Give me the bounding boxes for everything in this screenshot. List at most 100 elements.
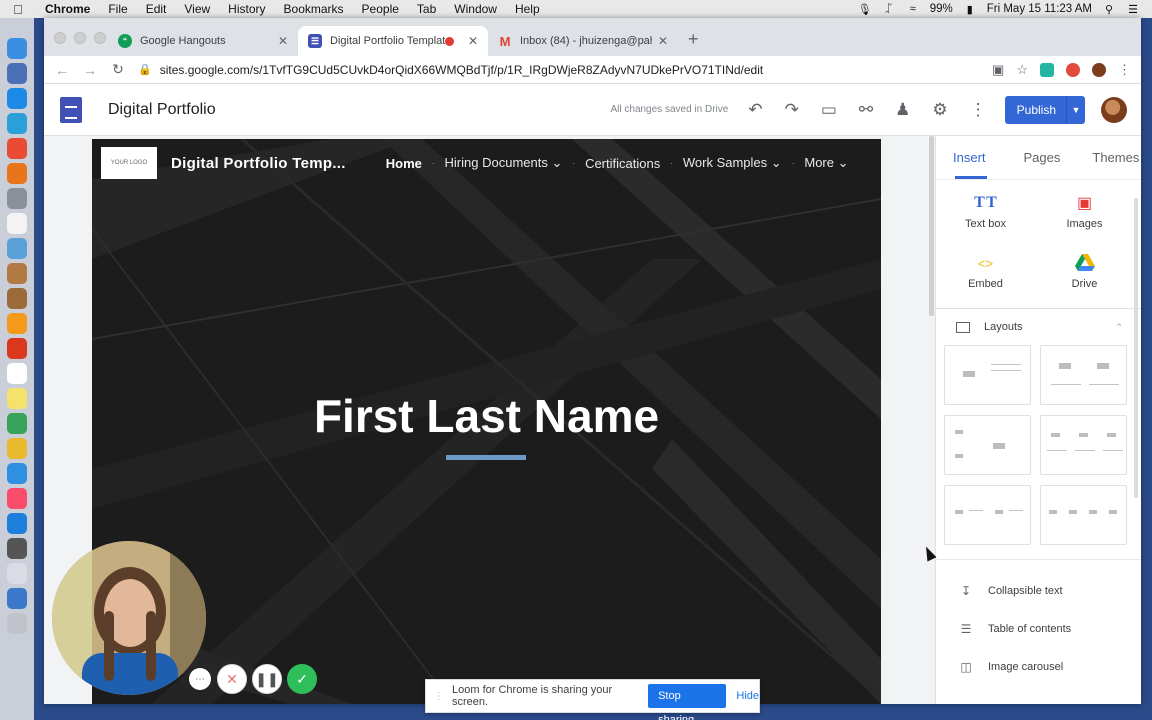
insert-image-carousel[interactable]: ◫ Image carousel xyxy=(936,648,1141,686)
chevron-up-icon[interactable]: ⌃ xyxy=(1115,322,1123,333)
layout-three-images[interactable] xyxy=(1040,415,1127,475)
layout-image-grid[interactable] xyxy=(944,415,1031,475)
menu-window[interactable]: Window xyxy=(445,2,506,16)
photo-booth-icon[interactable] xyxy=(7,338,27,359)
calendar-icon[interactable] xyxy=(7,363,27,384)
notification-center-icon[interactable]: ☰ xyxy=(1126,3,1140,16)
menu-view[interactable]: View xyxy=(175,2,219,16)
music-icon[interactable] xyxy=(7,488,27,509)
hero-banner[interactable]: YOUR LOGO Digital Portfolio Temp... Home… xyxy=(92,139,881,704)
link-icon[interactable]: ⚯ xyxy=(859,100,873,120)
menu-tab[interactable]: Tab xyxy=(408,2,445,16)
site-name[interactable]: Digital Portfolio Temp... xyxy=(171,155,346,172)
url-text[interactable]: sites.google.com/s/1TvfTG9CUd5CUvkD4orQi… xyxy=(160,63,764,77)
extension-n-icon[interactable] xyxy=(1040,62,1054,77)
photos-app-icon[interactable] xyxy=(7,438,27,459)
publish-dropdown-icon[interactable]: ▼ xyxy=(1067,96,1085,124)
layout-four-images[interactable] xyxy=(1040,485,1127,545)
profile-avatar[interactable] xyxy=(1092,62,1106,77)
settings-gear-icon[interactable]: ⚙ xyxy=(932,100,947,120)
camera-icon[interactable]: ▣ xyxy=(992,62,1004,78)
hide-button[interactable]: Hide xyxy=(736,690,759,702)
tab-hangouts[interactable]: “ Google Hangouts ✕ xyxy=(108,26,298,56)
reload-icon[interactable]: ↻ xyxy=(110,61,126,78)
clock[interactable]: Fri May 15 11:23 AM xyxy=(987,3,1092,15)
close-tab-icon[interactable]: ✕ xyxy=(468,34,478,48)
messages-icon[interactable] xyxy=(7,463,27,484)
menu-help[interactable]: Help xyxy=(506,2,549,16)
publish-button[interactable]: Publish ▼ xyxy=(1004,95,1085,124)
account-avatar[interactable] xyxy=(1101,96,1127,123)
more-options-icon[interactable]: ⋮ xyxy=(970,100,987,120)
notes-icon[interactable] xyxy=(7,263,27,284)
firefox-icon[interactable] xyxy=(7,163,27,184)
preview-icon[interactable] xyxy=(7,238,27,259)
launchpad-icon[interactable] xyxy=(7,63,27,84)
insert-text-box[interactable]: T T Text box xyxy=(936,192,1035,230)
documents-icon[interactable] xyxy=(7,588,27,609)
canvas-scrollbar[interactable] xyxy=(929,136,934,316)
menu-people[interactable]: People xyxy=(353,2,408,16)
bookmark-star-icon[interactable]: ☆ xyxy=(1016,62,1028,78)
system-preferences-icon[interactable] xyxy=(7,538,27,559)
layouts-header[interactable]: Layouts ⌃ xyxy=(936,309,1141,333)
loom-webcam-bubble[interactable] xyxy=(52,541,206,695)
system-icon[interactable] xyxy=(7,188,27,209)
bluetooth-icon[interactable]: ᛢ xyxy=(882,3,896,15)
spotlight-search-icon[interactable]: ⚲ xyxy=(1102,3,1116,16)
menu-file[interactable]: File xyxy=(99,2,136,16)
insert-embed[interactable]: <> Embed xyxy=(936,252,1035,291)
site-title[interactable]: Digital Portfolio xyxy=(108,101,216,119)
menu-history[interactable]: History xyxy=(219,2,274,16)
layout-two-images[interactable] xyxy=(1040,345,1127,405)
address-bar[interactable]: 🔒 sites.google.com/s/1TvfTG9CUd5CUvkD4or… xyxy=(138,58,980,82)
close-tab-icon[interactable]: ✕ xyxy=(658,34,668,48)
trash-icon[interactable] xyxy=(7,613,27,634)
extension-icon[interactable] xyxy=(1066,62,1080,77)
loom-cancel-icon[interactable]: ✕ xyxy=(217,664,247,694)
panel-scrollbar[interactable] xyxy=(1134,198,1138,498)
lock-icon[interactable]: 🔒 xyxy=(138,63,152,76)
preview-icon[interactable]: ▭ xyxy=(821,100,837,120)
chrome-menu-icon[interactable]: ⋮ xyxy=(1118,62,1131,78)
menu-bookmarks[interactable]: Bookmarks xyxy=(275,2,353,16)
downloads-icon[interactable] xyxy=(7,563,27,584)
minimize-window-button[interactable] xyxy=(74,32,86,44)
insert-images[interactable]: ▣ Images xyxy=(1035,192,1134,230)
finder-icon[interactable] xyxy=(7,38,27,59)
back-icon[interactable]: ← xyxy=(54,62,70,78)
photos-icon[interactable] xyxy=(7,313,27,334)
nav-home[interactable]: Home xyxy=(376,156,432,171)
maps-icon[interactable] xyxy=(7,413,27,434)
site-logo[interactable]: YOUR LOGO xyxy=(101,147,157,179)
hero-title[interactable]: First Last Name xyxy=(92,389,881,443)
close-window-button[interactable] xyxy=(54,32,66,44)
microphone-icon[interactable]: 🎙 xyxy=(858,3,872,16)
nav-more[interactable]: More ⌄ xyxy=(794,155,858,171)
tab-pages[interactable]: Pages xyxy=(1015,150,1070,165)
insert-collapsible-text[interactable]: ↧ Collapsible text xyxy=(936,572,1141,610)
loom-finish-icon[interactable]: ✓ xyxy=(287,664,317,694)
publish-label[interactable]: Publish xyxy=(1005,95,1067,124)
chrome-icon[interactable] xyxy=(7,138,27,159)
layout-image-text[interactable] xyxy=(944,345,1031,405)
share-person-icon[interactable]: ♟ xyxy=(895,100,910,120)
stop-sharing-button[interactable]: Stop sharing xyxy=(648,684,727,720)
app-store-icon[interactable] xyxy=(7,88,27,109)
close-tab-icon[interactable]: ✕ xyxy=(278,34,288,48)
forward-icon[interactable]: → xyxy=(82,62,98,78)
teamviewer-icon[interactable] xyxy=(7,513,27,534)
battery-icon[interactable]: ▮ xyxy=(963,3,977,16)
layout-image-text-pairs[interactable] xyxy=(944,485,1031,545)
nav-certifications[interactable]: Certifications xyxy=(575,156,670,171)
drag-handle-icon[interactable]: ⋮ xyxy=(434,691,444,702)
safari-icon[interactable] xyxy=(7,113,27,134)
battery-percent[interactable]: 99% xyxy=(930,3,953,15)
zoom-window-button[interactable] xyxy=(94,32,106,44)
redo-icon[interactable]: ↷ xyxy=(785,100,799,120)
google-sites-icon[interactable] xyxy=(60,96,82,123)
tab-insert[interactable]: Insert xyxy=(936,150,995,165)
undo-icon[interactable]: ↶ xyxy=(748,100,762,120)
loom-more-icon[interactable]: ⋯ xyxy=(189,668,211,690)
insert-drive[interactable]: Drive xyxy=(1035,252,1134,290)
